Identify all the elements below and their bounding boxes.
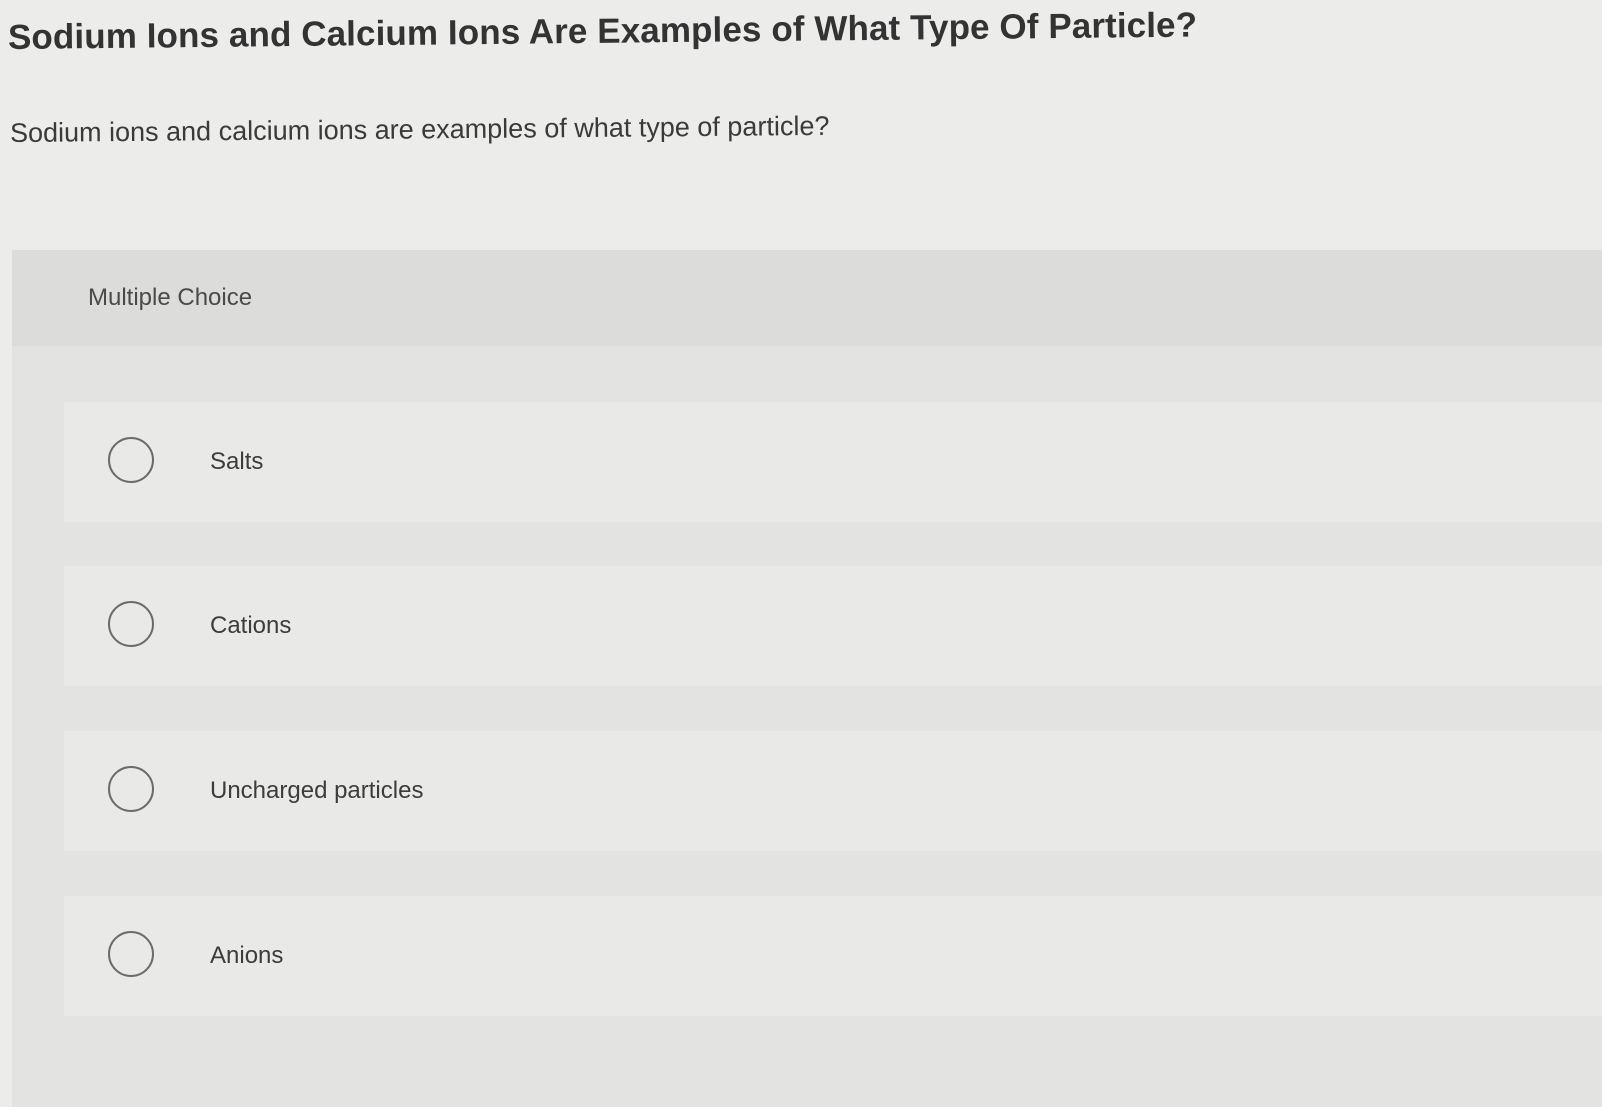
choice-label: Cations	[210, 612, 292, 639]
radio-unselected-icon[interactable]	[108, 601, 154, 647]
choice-label: Salts	[210, 448, 264, 475]
choice-option-uncharged-particles[interactable]: Uncharged particles	[64, 731, 1602, 851]
choice-label: Anions	[210, 942, 284, 969]
page-title: Sodium Ions and Calcium Ions Are Example…	[7, 5, 1198, 57]
choice-option-anions[interactable]: Anions	[64, 896, 1602, 1016]
question-type-label: Multiple Choice	[88, 284, 253, 311]
radio-unselected-icon[interactable]	[108, 931, 154, 977]
question-type-header: Multiple Choice	[12, 250, 1602, 346]
choice-label: Uncharged particles	[210, 777, 424, 804]
question-panel: Multiple Choice Salts Cations Uncharged …	[12, 250, 1602, 1107]
choice-option-cations[interactable]: Cations	[64, 566, 1602, 686]
question-text: Sodium ions and calcium ions are example…	[9, 110, 830, 148]
radio-unselected-icon[interactable]	[108, 437, 154, 483]
choice-option-salts[interactable]: Salts	[64, 402, 1602, 522]
radio-unselected-icon[interactable]	[108, 766, 154, 812]
